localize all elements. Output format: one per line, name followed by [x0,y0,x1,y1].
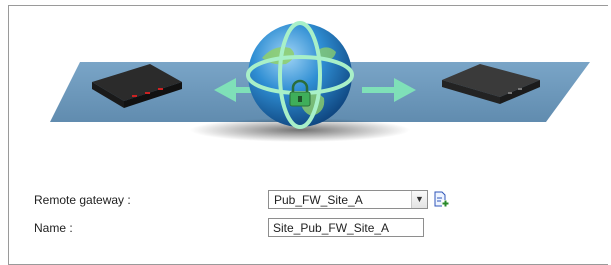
remote-gateway-select[interactable]: Pub_FW_Site_A ▼ [268,190,428,209]
remote-gateway-label: Remote gateway : [34,193,131,207]
globe-icon [246,21,354,129]
chevron-down-icon[interactable]: ▼ [411,191,427,208]
vpn-diagram [50,21,590,142]
name-input[interactable] [268,218,424,237]
remote-gateway-value: Pub_FW_Site_A [274,193,363,207]
add-object-icon[interactable] [432,190,450,208]
name-label: Name : [34,221,73,235]
